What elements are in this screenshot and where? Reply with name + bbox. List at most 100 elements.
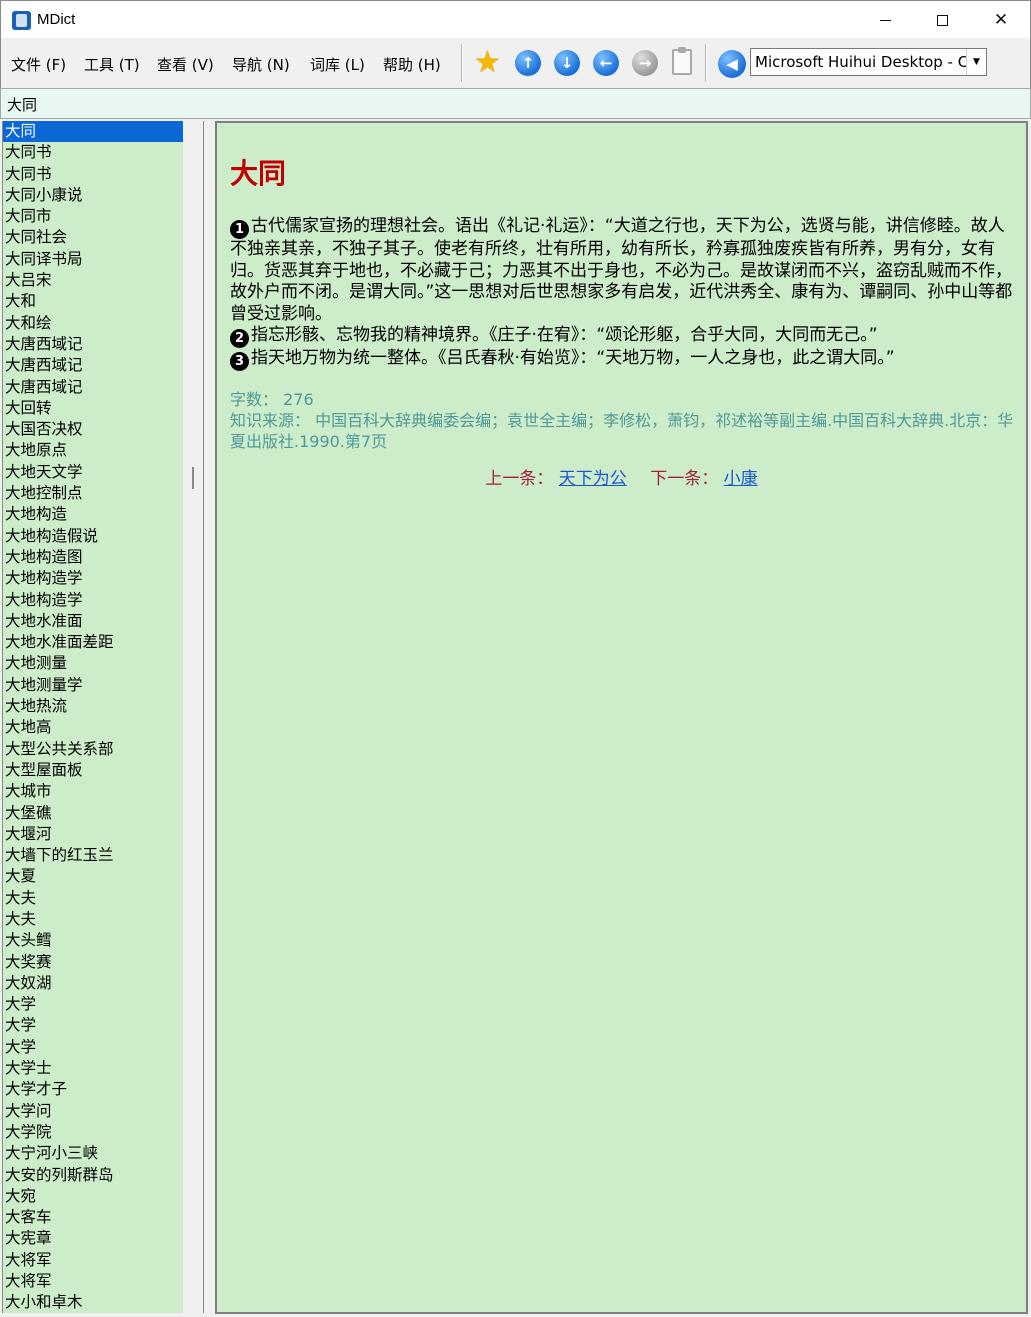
toolbar-separator bbox=[705, 44, 707, 82]
up-arrow-icon[interactable]: ↑ bbox=[515, 50, 541, 76]
pane-splitter[interactable] bbox=[183, 121, 204, 1313]
splitter-grip[interactable] bbox=[192, 467, 194, 489]
sense-text: 古代儒家宣扬的理想社会。语出《礼记·礼运》：“大道之行也，天下为公，选贤与能，讲… bbox=[230, 216, 1013, 324]
word-list-item[interactable]: 大学 bbox=[3, 994, 183, 1015]
word-list-item[interactable]: 大回转 bbox=[3, 398, 183, 419]
sense-number-icon: 3 bbox=[230, 352, 249, 372]
speaker-icon[interactable]: ◀ bbox=[718, 50, 746, 78]
forward-arrow-icon[interactable]: → bbox=[632, 50, 658, 76]
word-list-item[interactable]: 大地原点 bbox=[3, 440, 183, 461]
search-bar bbox=[0, 88, 1031, 119]
word-list-item[interactable]: 大学士 bbox=[3, 1058, 183, 1079]
word-list-item[interactable]: 大夏 bbox=[3, 866, 183, 887]
word-list-item[interactable]: 大地构造学 bbox=[3, 590, 183, 611]
menu-help[interactable]: 帮助 (H) bbox=[383, 54, 441, 75]
word-list-item[interactable]: 大型屋面板 bbox=[3, 760, 183, 781]
word-list-item[interactable]: 大唐西域记 bbox=[3, 377, 183, 398]
word-list-item[interactable]: 大地热流 bbox=[3, 696, 183, 717]
minimize-button[interactable] bbox=[856, 1, 914, 39]
word-list-item[interactable]: 大唐西域记 bbox=[3, 334, 183, 355]
word-list-item[interactable]: 大宪章 bbox=[3, 1228, 183, 1249]
word-list-item[interactable]: 大学 bbox=[3, 1037, 183, 1058]
maximize-icon bbox=[936, 14, 948, 26]
sense-text: 指天地万物为统一整体。《吕氏春秋·有始览》：“天地万物，一人之身也，此之谓大同。… bbox=[251, 348, 895, 369]
word-list-item[interactable]: 大和绘 bbox=[3, 313, 183, 334]
word-list-item[interactable]: 大学 bbox=[3, 1015, 183, 1036]
word-list-item[interactable]: 大同市 bbox=[3, 206, 183, 227]
word-list-item[interactable]: 大奴湖 bbox=[3, 973, 183, 994]
minimize-icon bbox=[879, 19, 891, 21]
word-list-item[interactable]: 大地构造 bbox=[3, 504, 183, 525]
word-list-item[interactable]: 大唐西域记 bbox=[3, 355, 183, 376]
prev-entry-link[interactable]: 天下为公 bbox=[559, 469, 627, 489]
word-list-item[interactable]: 大地测量学 bbox=[3, 675, 183, 696]
menu-toolbar: 文件 (F) 工具 (T) 查看 (V) 导航 (N) 词库 (L) 帮助 (H… bbox=[0, 38, 1031, 88]
word-list-item[interactable]: 大头鳕 bbox=[3, 930, 183, 951]
word-list-item[interactable]: 大学才子 bbox=[3, 1079, 183, 1100]
word-list-item[interactable]: 大夫 bbox=[3, 909, 183, 930]
word-list-item[interactable]: 大地测量 bbox=[3, 653, 183, 674]
word-list-item[interactable]: 大宁河小三峡 bbox=[3, 1143, 183, 1164]
word-list-item[interactable]: 大夫 bbox=[3, 888, 183, 909]
word-list-item[interactable]: 大地构造假说 bbox=[3, 526, 183, 547]
word-list-item[interactable]: 大地构造图 bbox=[3, 547, 183, 568]
sense-1: 1 古代儒家宣扬的理想社会。语出《礼记·礼运》：“大道之行也，天下为公，选贤与能，… bbox=[230, 216, 1019, 325]
voice-select-value: Microsoft Huihui Desktop - C bbox=[755, 53, 969, 71]
word-list-item[interactable]: 大安的列斯群岛 bbox=[3, 1165, 183, 1186]
word-list-item[interactable]: 大将军 bbox=[3, 1271, 183, 1292]
word-list[interactable]: 大同 大同书 大同书 大同小康说 大同市 大同社会 大同译书局 大吕宋 大和 大和绘 大唐西域记 大唐… bbox=[2, 121, 183, 1313]
menu-tools[interactable]: 工具 (T) bbox=[84, 54, 140, 75]
word-list-item[interactable]: 大堡礁 bbox=[3, 803, 183, 824]
word-list-item[interactable]: 大吕宋 bbox=[3, 270, 183, 291]
close-icon: ✕ bbox=[993, 10, 1009, 30]
title-bar: MDict ✕ bbox=[0, 0, 1031, 38]
menu-file[interactable]: 文件 (F) bbox=[11, 54, 66, 75]
definition-pane: 大同 1 古代儒家宣扬的理想社会。语出《礼记·礼运》：“大道之行也，天下为公，选贤… bbox=[215, 121, 1028, 1314]
word-list-item[interactable]: 大国否决权 bbox=[3, 419, 183, 440]
word-list-item[interactable]: 大同书 bbox=[3, 142, 183, 163]
word-list-item[interactable]: 大同书 bbox=[3, 164, 183, 185]
sense-2: 2 指忘形骸、忘物我的精神境界。《庄子·在宥》：“颂论形躯，合乎大同，大同而无己。… bbox=[230, 325, 1019, 349]
mdict-app-icon bbox=[12, 11, 31, 30]
word-list-item[interactable]: 大地水准面差距 bbox=[3, 632, 183, 653]
word-list-item[interactable]: 大型公共关系部 bbox=[3, 739, 183, 760]
word-list-item[interactable]: 大同社会 bbox=[3, 227, 183, 248]
word-list-item[interactable]: 大同译书局 bbox=[3, 249, 183, 270]
word-list-item[interactable]: 大学院 bbox=[3, 1122, 183, 1143]
close-button[interactable]: ✕ bbox=[972, 1, 1030, 39]
word-list-item[interactable]: 大地高 bbox=[3, 717, 183, 738]
down-arrow-icon[interactable]: ↓ bbox=[554, 50, 580, 76]
next-label: 下一条： bbox=[650, 469, 719, 489]
menu-view[interactable]: 查看 (V) bbox=[157, 54, 214, 75]
headword: 大同 bbox=[230, 157, 287, 190]
word-list-item[interactable]: 大城市 bbox=[3, 781, 183, 802]
word-list-item[interactable]: 大地控制点 bbox=[3, 483, 183, 504]
word-list-item[interactable]: 大地天文学 bbox=[3, 462, 183, 483]
next-entry-link[interactable]: 小康 bbox=[724, 469, 758, 489]
menu-navigate[interactable]: 导航 (N) bbox=[232, 54, 290, 75]
word-list-item[interactable]: 大地构造学 bbox=[3, 568, 183, 589]
back-arrow-icon[interactable]: ← bbox=[593, 50, 619, 76]
word-list-item[interactable]: 大和 bbox=[3, 291, 183, 312]
entry-navigation: 上一条： 天下为公 下一条： 小康 bbox=[217, 464, 1026, 489]
word-list-item[interactable]: 大墙下的红玉兰 bbox=[3, 845, 183, 866]
word-list-item[interactable]: 大堰河 bbox=[3, 824, 183, 845]
menu-library[interactable]: 词库 (L) bbox=[310, 54, 365, 75]
favorite-star-icon[interactable]: ★ bbox=[474, 48, 504, 78]
word-list-item[interactable]: 大学问 bbox=[3, 1101, 183, 1122]
maximize-button[interactable] bbox=[913, 1, 971, 39]
word-list-item[interactable]: 大小和卓木 bbox=[3, 1292, 183, 1313]
definition-text: 1 古代儒家宣扬的理想社会。语出《礼记·礼运》：“大道之行也，天下为公，选贤与能，… bbox=[230, 216, 1019, 372]
word-list-item[interactable]: 大将军 bbox=[3, 1250, 183, 1271]
word-list-item[interactable]: 大客车 bbox=[3, 1207, 183, 1228]
word-list-item[interactable]: 大同小康说 bbox=[3, 185, 183, 206]
sense-number-icon: 2 bbox=[230, 329, 249, 349]
clipboard-icon[interactable] bbox=[672, 47, 692, 75]
word-list-item[interactable]: 大同 bbox=[3, 121, 183, 143]
word-list-item[interactable]: 大宛 bbox=[3, 1186, 183, 1207]
chevron-down-icon[interactable]: ▼ bbox=[966, 49, 986, 75]
voice-select[interactable]: Microsoft Huihui Desktop - C ▼ bbox=[750, 48, 987, 76]
word-list-item[interactable]: 大地水准面 bbox=[3, 611, 183, 632]
search-input[interactable] bbox=[7, 95, 907, 113]
word-list-item[interactable]: 大奖赛 bbox=[3, 952, 183, 973]
